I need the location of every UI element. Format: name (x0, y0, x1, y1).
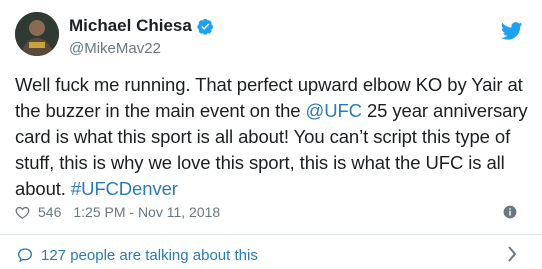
tweet-text-line: Well fuck me running. That perfect upwar… (15, 74, 523, 95)
chevron-right-icon[interactable] (507, 246, 517, 262)
author-display-name[interactable]: Michael Chiesa (69, 16, 192, 36)
avatar-image (15, 12, 59, 56)
author-names: Michael Chiesa @MikeMav22 (69, 16, 214, 57)
tweet-text-line: stuff, this is why we love this sport, t… (15, 152, 505, 173)
twitter-bird-icon[interactable] (501, 22, 523, 40)
conversation-count-text: 127 people are talking about this (41, 246, 258, 264)
info-icon[interactable] (503, 205, 517, 219)
author-handle[interactable]: @MikeMav22 (69, 40, 214, 57)
tweet-timestamp[interactable]: 1:25 PM - Nov 11, 2018 (73, 204, 220, 220)
mention-link[interactable]: @UFC (306, 100, 363, 121)
like-count[interactable]: 546 (38, 204, 61, 220)
heart-icon[interactable] (15, 205, 30, 220)
tweet-header: Michael Chiesa @MikeMav22 (15, 12, 527, 62)
tweet-text-line: about. #UFCDenver (15, 178, 178, 199)
embedded-tweet-card: Michael Chiesa @MikeMav22 Well fuck me r… (0, 0, 542, 269)
avatar[interactable] (15, 12, 59, 56)
tweet-meta: 546 1:25 PM - Nov 11, 2018 (15, 202, 527, 222)
speech-bubble-icon (17, 248, 33, 263)
tweet-text-line: card is what this sport is all about! Yo… (15, 126, 511, 147)
tweet-text: Well fuck me running. That perfect upwar… (15, 72, 530, 202)
tweet-text-line: the buzzer in the main event on the @UFC… (15, 100, 528, 121)
verified-badge-icon (197, 18, 213, 35)
hashtag-link[interactable]: #UFCDenver (71, 178, 178, 199)
divider (0, 234, 542, 235)
conversation-link[interactable]: 127 people are talking about this (17, 244, 527, 266)
